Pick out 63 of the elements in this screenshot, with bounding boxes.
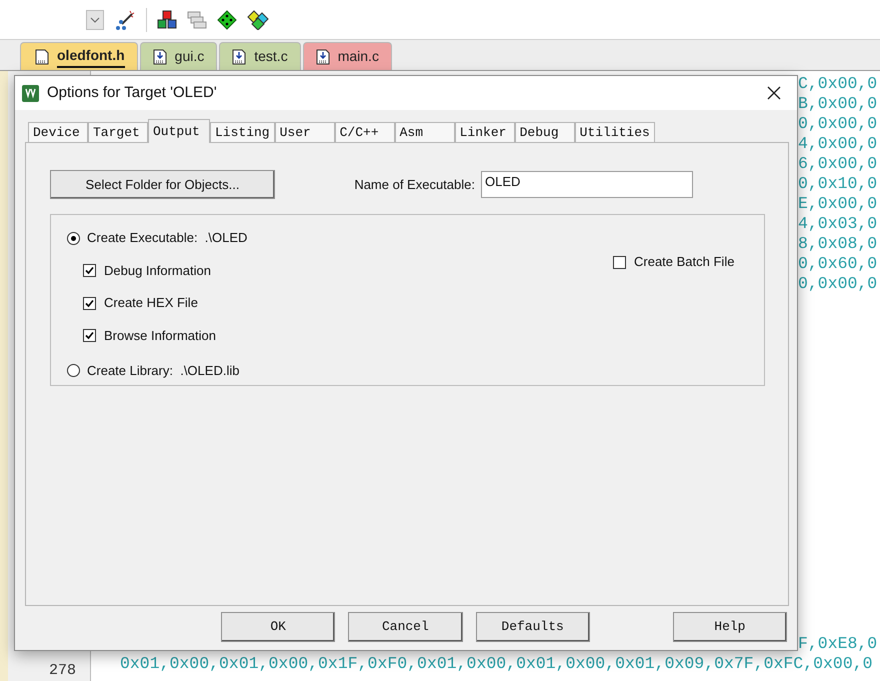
wand-icon[interactable] [114, 10, 136, 30]
dialog-button[interactable]: Defaults [476, 612, 590, 642]
select-folder-button[interactable]: Select Folder for Objects... [50, 170, 275, 199]
file-tab[interactable]: test.c [219, 42, 301, 70]
code-line: 8,0x08,0 [798, 232, 878, 255]
file-tab[interactable]: oledfont.h [20, 42, 138, 70]
code-line: 0x01,0x00,0x01,0x00,0x1F,0xF0,0x01,0x00,0x01,0x00,0x01,0x09,0x7F,0xFC,0x00,0 [120, 652, 873, 675]
windows-icon[interactable] [187, 10, 207, 30]
tab[interactable]: Asm [394, 122, 455, 142]
create-executable-label: Create Executable: .\OLED [87, 229, 248, 248]
tab[interactable]: Device [28, 122, 88, 142]
file-icon [232, 48, 246, 64]
dialog-button[interactable]: Cancel [348, 612, 462, 642]
file-icon [152, 48, 167, 64]
create-library-label: Create Library: .\OLED.lib [87, 362, 240, 380]
code-line: 0,0x10,0 [798, 172, 878, 195]
code-line: C,0x00,0 [798, 72, 878, 95]
dialog-button[interactable]: Help [672, 612, 787, 642]
tab[interactable]: Linker [454, 122, 515, 142]
close-icon[interactable] [767, 86, 781, 100]
file-tab-label: main.c [338, 47, 379, 66]
radio-button[interactable] [67, 232, 80, 244]
checkbox[interactable] [83, 264, 96, 277]
executable-label: Name of Executable: [353, 176, 475, 194]
option-label: Browse Information [104, 326, 216, 345]
tab[interactable]: C/C++ [334, 122, 395, 142]
diamonds-icon[interactable] [247, 10, 269, 30]
diamond-icon[interactable] [217, 10, 237, 30]
option-label: Debug Information [104, 262, 211, 280]
blocks-icon[interactable] [157, 10, 177, 30]
option-label: Create HEX File [104, 294, 198, 312]
code-line: B,0x00,0 [798, 92, 878, 115]
code-line: 0,0x60,0 [798, 252, 878, 275]
file-icon [316, 48, 330, 64]
tab[interactable]: Target [88, 122, 148, 142]
checkbox[interactable] [613, 256, 626, 268]
window-title: Options for Target 'OLED' [47, 82, 218, 103]
batch-file-label: Create Batch File [634, 253, 734, 272]
code-line: 0,0x00,0 [798, 112, 878, 135]
line-number: 278 [48, 660, 76, 681]
app-logo-icon [22, 84, 39, 102]
code-line: E,0x00,0 [798, 192, 878, 215]
code-line: 6,0x00,0 [798, 152, 878, 175]
radio-button[interactable] [67, 364, 80, 377]
file-tab[interactable]: gui.c [140, 42, 218, 70]
checkbox[interactable] [83, 296, 96, 310]
file-tab-label: test.c [254, 47, 288, 66]
tab[interactable]: Utilities [574, 122, 655, 142]
code-line: F,0xE8,0 [798, 632, 878, 655]
dialog-button[interactable]: OK [221, 612, 336, 642]
file-tab-label: gui.c [174, 47, 204, 66]
file-icon [35, 48, 49, 64]
file-tab-label: oledfont.h [57, 45, 125, 68]
tab[interactable]: Listing [210, 122, 275, 142]
tab[interactable]: User [274, 122, 335, 142]
code-line: 4,0x03,0 [798, 212, 878, 235]
tab[interactable]: Debug [514, 122, 575, 142]
code-line: 4,0x00,0 [798, 132, 878, 155]
checkbox[interactable] [83, 329, 96, 342]
code-line: 0,0x00,0 [798, 272, 878, 295]
executable-name-field[interactable]: OLED [481, 171, 693, 198]
tab[interactable]: Output [148, 119, 210, 143]
file-tab[interactable]: main.c [302, 42, 392, 70]
